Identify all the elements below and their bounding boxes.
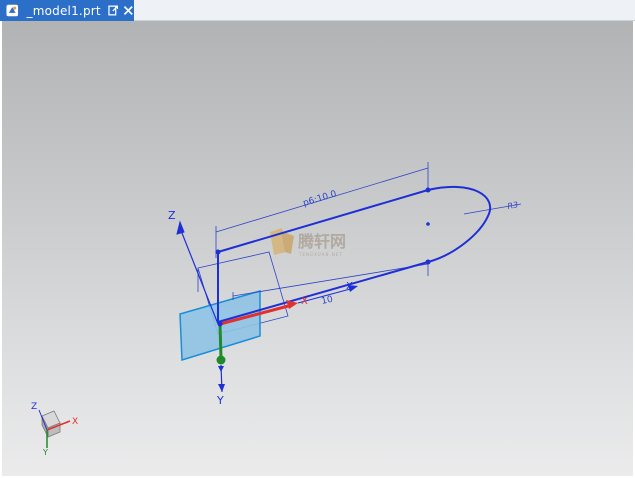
document-tab-bar: _model1.prt [0, 0, 635, 21]
sketch-x-label: X [346, 281, 353, 292]
triad-x-label: X [72, 417, 78, 427]
document-tab[interactable]: _model1.prt [0, 0, 134, 21]
view-triad[interactable] [38, 409, 71, 448]
watermark-subtext: TENGXUAN.NET [298, 252, 343, 257]
triad-y-label: Y [42, 448, 48, 457]
z-axis-label: Z [168, 209, 176, 222]
length-dimension[interactable]: p6:10.0 [302, 189, 338, 209]
origin-point [217, 321, 223, 327]
x-axis-label: X [301, 296, 308, 307]
watermark-text: 腾轩网 [298, 232, 346, 251]
graphics-viewport[interactable]: 腾轩网 TENGXUAN.NET p6:10.0 10 R3 Z Y X X Z… [0, 21, 635, 478]
radius-dimension[interactable]: R3 [507, 200, 519, 211]
model-scene[interactable]: 腾轩网 TENGXUAN.NET p6:10.0 10 R3 Z Y X X Z… [2, 21, 633, 476]
close-icon[interactable] [123, 5, 134, 16]
triad-z-label: Z [31, 402, 37, 412]
float-window-icon[interactable] [108, 5, 119, 16]
tab-title: _model1.prt [26, 3, 101, 18]
y-axis-label: Y [216, 394, 224, 407]
part-file-icon [6, 4, 19, 17]
